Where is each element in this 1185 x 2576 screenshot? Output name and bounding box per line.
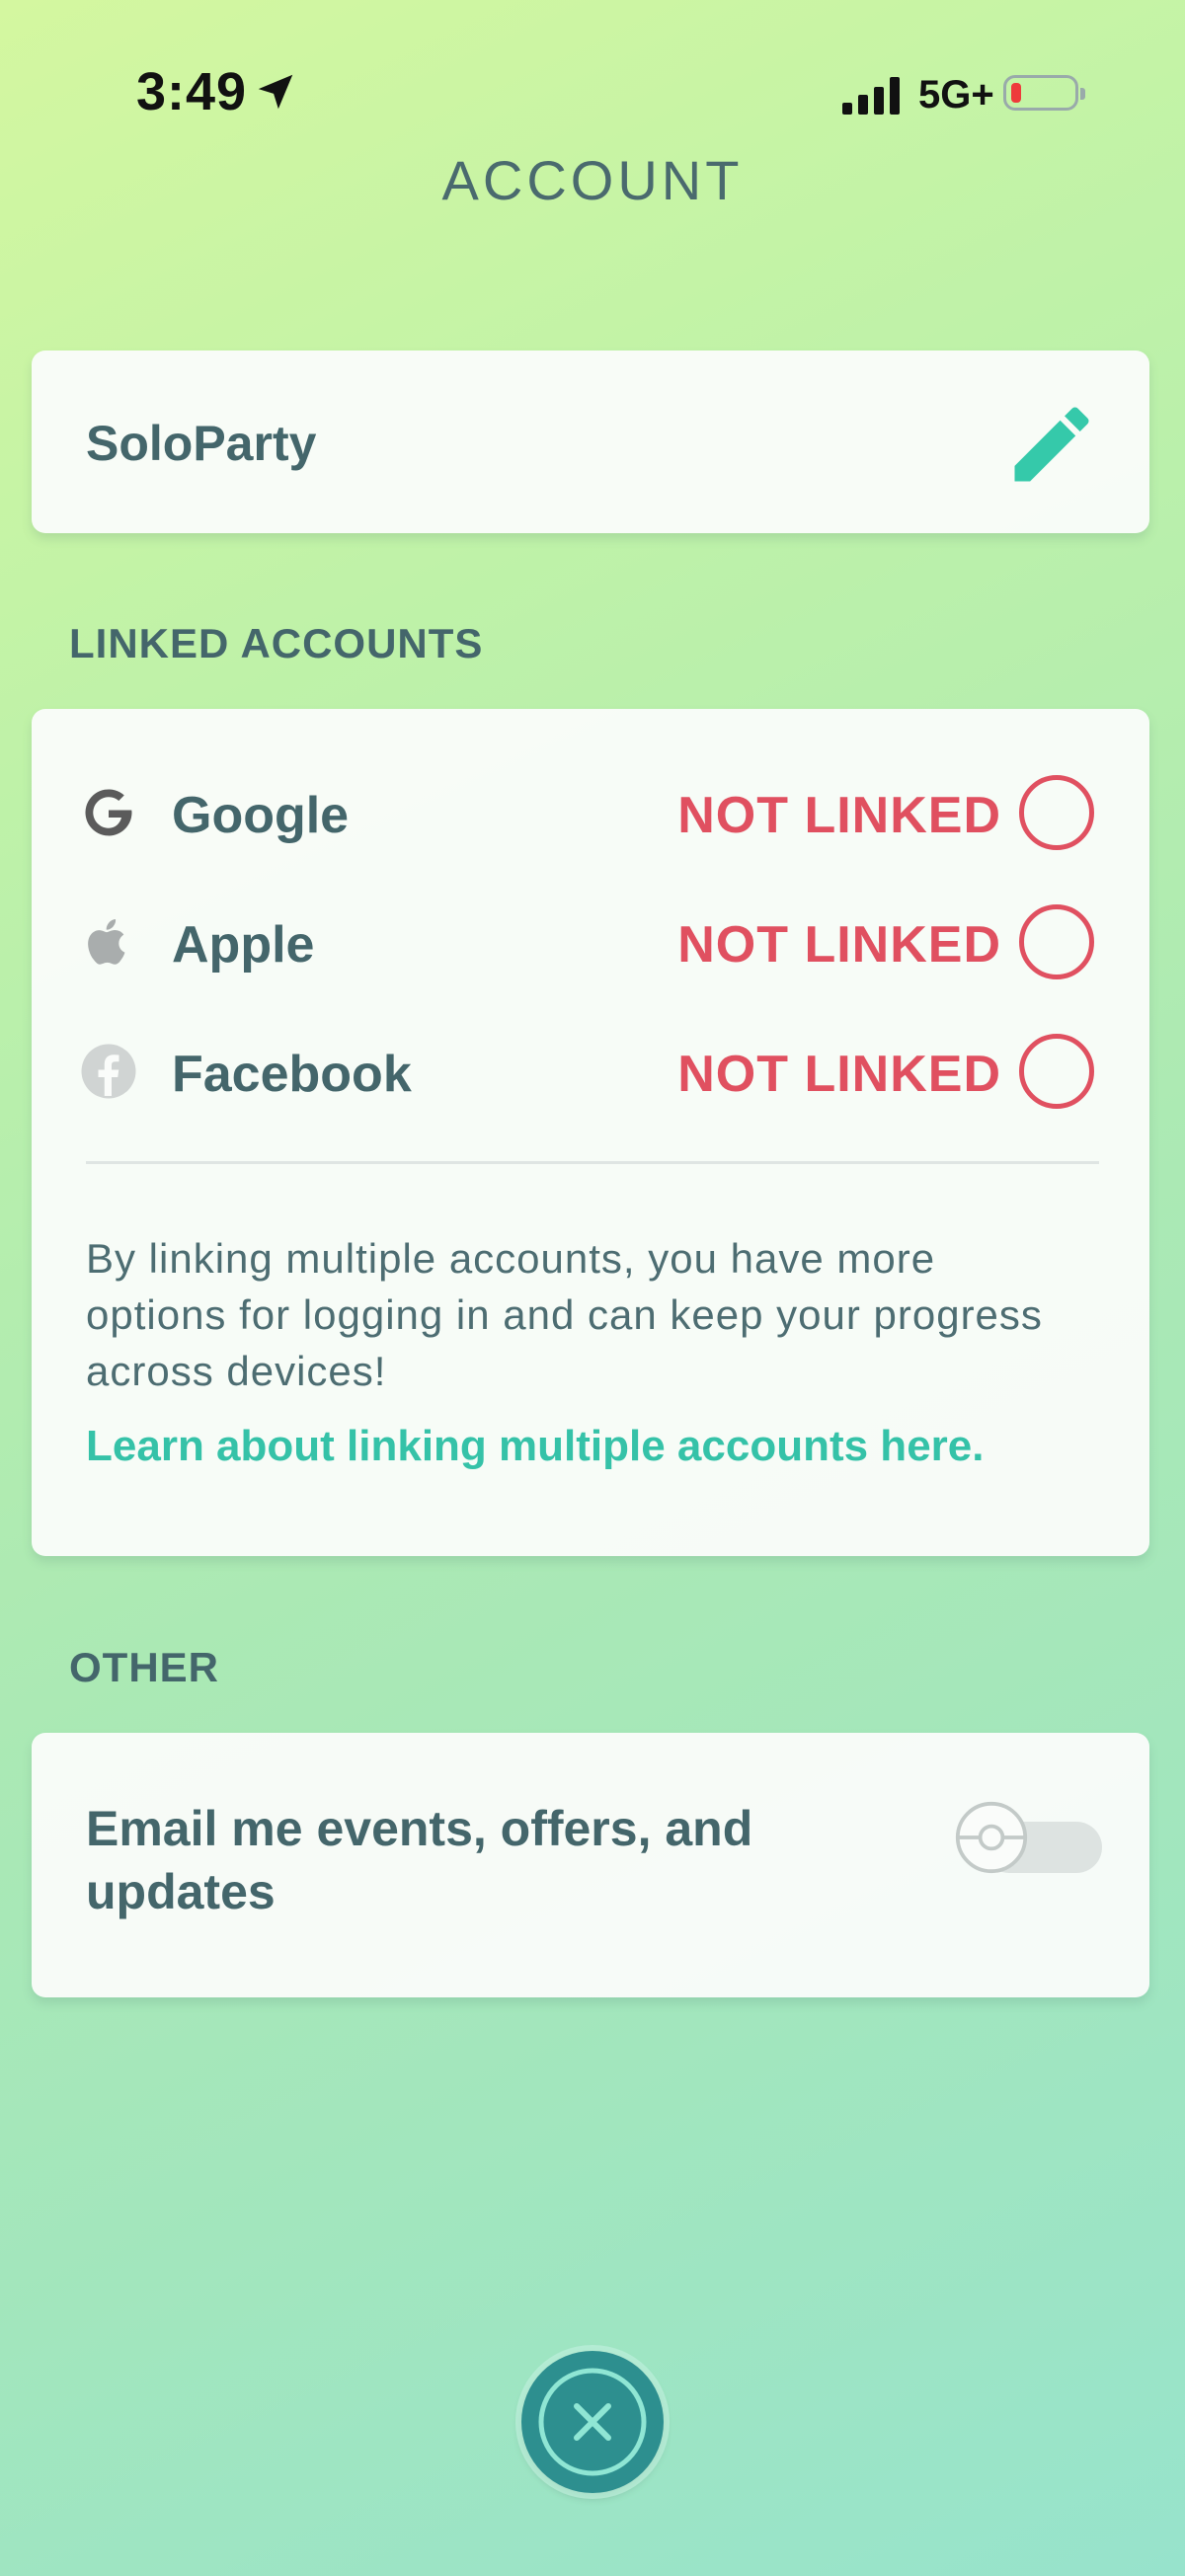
page-title: ACCOUNT (441, 149, 744, 211)
other-card: Email me events, offers, and updates (32, 1733, 1149, 1997)
linking-info-text: By linking multiple accounts, you have m… (86, 1235, 1043, 1394)
link-status: NOT LINKED (677, 1046, 1001, 1103)
facebook-icon (79, 1042, 138, 1101)
apple-account-row[interactable]: Apple NOT LINKED (32, 898, 1149, 986)
divider (86, 1161, 1099, 1164)
username: SoloParty (86, 416, 317, 471)
network-type: 5G+ (918, 73, 994, 117)
apple-icon (79, 912, 138, 972)
linked-accounts-card: Google NOT LINKED Apple NOT LINKED Faceb… (32, 709, 1149, 1556)
link-radio-button[interactable] (1019, 775, 1094, 850)
linked-accounts-heading: LINKED ACCOUNTS (69, 620, 484, 666)
cellular-signal-icon (842, 75, 900, 115)
link-status: NOT LINKED (677, 916, 1001, 974)
google-icon (79, 783, 138, 842)
google-account-row[interactable]: Google NOT LINKED (32, 768, 1149, 857)
learn-more-link[interactable]: Learn about linking multiple accounts he… (86, 1422, 984, 1471)
link-status: NOT LINKED (677, 787, 1001, 844)
link-radio-button[interactable] (1019, 904, 1094, 979)
pokeball-toggle-knob-icon (955, 1801, 1028, 1874)
close-button[interactable] (521, 2351, 664, 2493)
account-label: Facebook (172, 1046, 412, 1103)
email-opt-in-toggle[interactable] (954, 1800, 1132, 1879)
status-time: 3:49 (136, 62, 248, 121)
account-label: Google (172, 787, 350, 844)
username-card: SoloParty (32, 351, 1149, 533)
account-label: Apple (172, 916, 315, 974)
link-radio-button[interactable] (1019, 1034, 1094, 1109)
close-icon (538, 2368, 647, 2476)
facebook-account-row[interactable]: Facebook NOT LINKED (32, 1027, 1149, 1116)
location-arrow-icon (258, 74, 293, 110)
edit-username-icon[interactable] (1002, 395, 1101, 494)
battery-icon (1003, 75, 1085, 111)
other-heading: OTHER (69, 1644, 219, 1690)
email-opt-in-label: Email me events, offers, and updates (86, 1801, 753, 1919)
